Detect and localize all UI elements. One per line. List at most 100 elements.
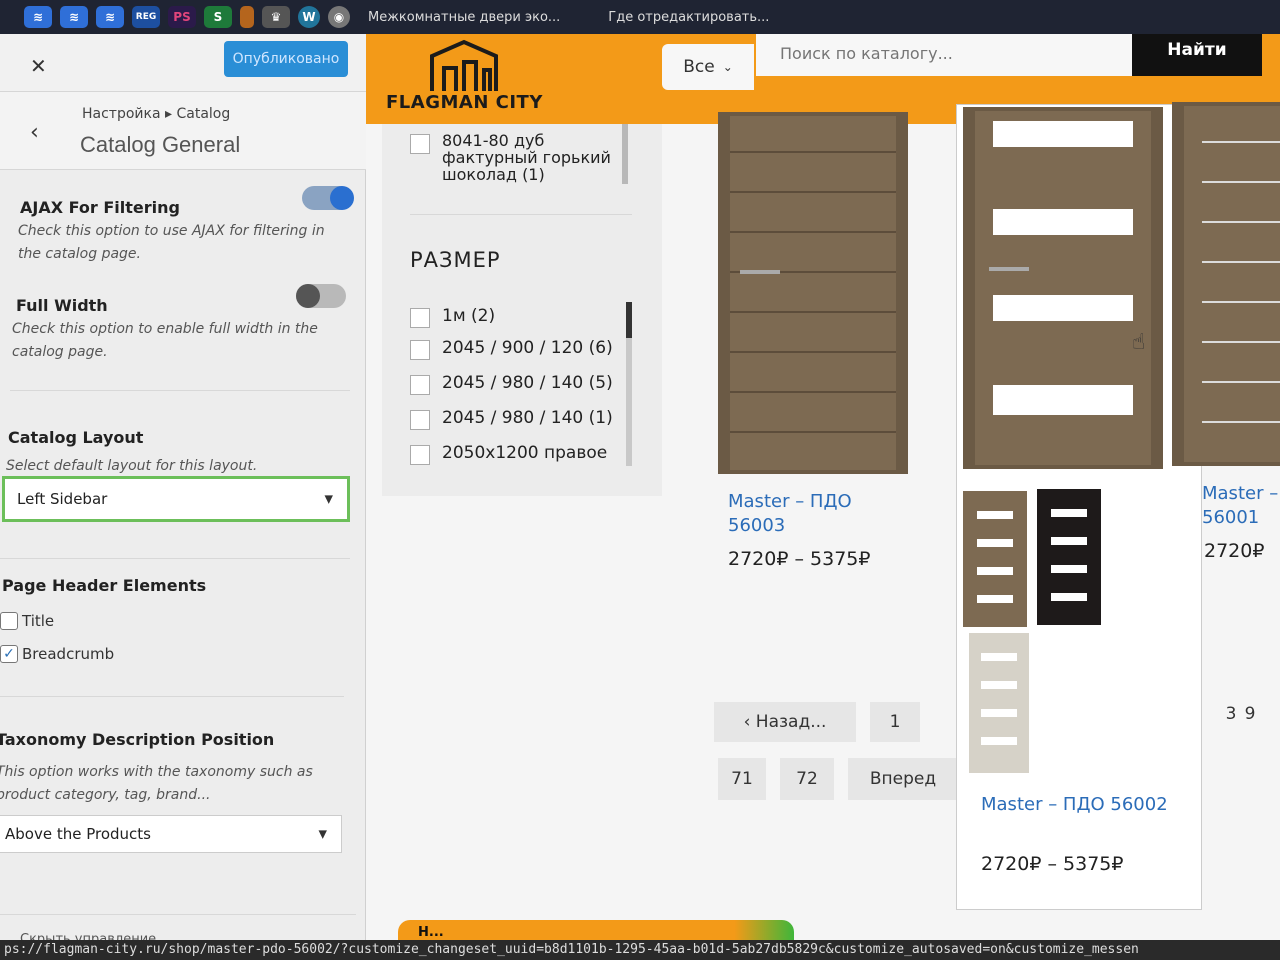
door-image[interactable] <box>718 112 908 474</box>
chevron-down-icon: ▼ <box>318 827 327 841</box>
taxonomy-position-desc: This option works with the taxonomy such… <box>0 764 313 803</box>
full-width-title: Full Width <box>16 296 108 315</box>
breadcrumb-checkbox-label: Breadcrumb <box>22 645 115 663</box>
filter-checkbox[interactable] <box>410 134 430 154</box>
book-icon[interactable] <box>240 6 254 28</box>
divider <box>0 696 344 697</box>
door-image[interactable] <box>1172 102 1280 466</box>
app-icon[interactable]: ≋ <box>24 6 52 28</box>
photoshop-icon[interactable]: PS <box>168 6 196 28</box>
filter-option-label: 2045 / 980 / 140 (1) <box>442 408 613 428</box>
pagination-next-button[interactable]: Вперед <box>848 758 958 800</box>
filter-checkbox[interactable] <box>410 375 430 395</box>
ajax-filtering-desc: Check this option to use AJAX for filter… <box>18 223 325 262</box>
search-button[interactable]: Найти <box>1132 34 1262 76</box>
filter-option-label: 2050x1200 правое <box>442 443 608 463</box>
category-select[interactable]: Все ⌄ <box>662 44 754 90</box>
scrollbar-thumb[interactable] <box>626 302 632 338</box>
catalog-layout-desc: Select default layout for this layout. <box>6 458 258 474</box>
page-header-elements-title: Page Header Elements <box>2 576 207 595</box>
breadcrumb-checkbox-row[interactable]: ✓ Breadcrumb <box>0 645 114 663</box>
customizer-panel: ✕ Опубликовано ‹ Настройка ▸ Catalog Cat… <box>0 34 366 947</box>
pagination-page-button[interactable]: 71 <box>718 758 766 800</box>
filter-option[interactable]: 2045 / 980 / 140 (5) <box>410 373 613 395</box>
full-width-desc: Check this option to enable full width i… <box>12 321 318 360</box>
wordpress-icon[interactable]: W <box>298 6 320 28</box>
catalog-layout-select[interactable]: Left Sidebar ▼ <box>2 476 350 522</box>
catalog-layout-value: Left Sidebar <box>17 490 108 508</box>
color-swatch-image[interactable] <box>1037 489 1101 625</box>
reg-icon[interactable]: REG <box>132 6 160 28</box>
scrollbar[interactable] <box>622 124 628 184</box>
product-price: 2720₽ – 5375₽ <box>728 548 871 570</box>
color-swatch-image[interactable] <box>963 491 1027 627</box>
filter-checkbox[interactable] <box>410 308 430 328</box>
site-preview: FLAGMAN CITY Все ⌄ Найти 8041-80 дуб фак… <box>366 34 1280 940</box>
browser-tab[interactable]: Где отредактировать... <box>608 10 768 25</box>
taxonomy-position-title: Taxonomy Description Position <box>0 730 275 749</box>
customizer-header: ✕ Опубликовано <box>0 34 366 92</box>
crown-icon[interactable]: ♛ <box>262 6 290 28</box>
hand-cursor-icon: ☝ <box>1132 330 1146 355</box>
circle-icon[interactable]: ◉ <box>328 6 350 28</box>
filter-option-label: 8041-80 дуб фактурный горький шоколад (1… <box>442 131 611 184</box>
title-checkbox-label: Title <box>22 612 55 630</box>
chevron-down-icon: ▼ <box>324 492 333 506</box>
filter-option[interactable]: 2050x1200 правое <box>410 443 607 465</box>
title-checkbox[interactable] <box>0 612 18 630</box>
filter-option[interactable]: 2045 / 980 / 140 (1) <box>410 408 613 430</box>
product-title-link[interactable]: Master – ПДО 56003 <box>728 490 908 538</box>
door-image[interactable] <box>963 107 1163 469</box>
filter-checkbox[interactable] <box>410 410 430 430</box>
chevron-down-icon: ⌄ <box>722 60 733 74</box>
app-icon[interactable]: ≋ <box>96 6 124 28</box>
filter-option-label: 1м (2) <box>442 306 496 326</box>
filter-checkbox[interactable] <box>410 340 430 360</box>
divider <box>0 558 350 559</box>
s-icon[interactable]: S <box>204 6 232 28</box>
pagination-page-button[interactable]: 1 <box>870 702 920 742</box>
notice-bar[interactable]: Н... <box>398 920 794 940</box>
filter-option[interactable]: 1м (2) <box>410 306 495 328</box>
product-price: 2720₽ <box>1204 540 1265 562</box>
filter-option-label: 2045 / 900 / 120 (6) <box>442 338 613 358</box>
catalog-layout-title: Catalog Layout <box>8 428 144 447</box>
filter-option[interactable]: 2045 / 900 / 120 (6) <box>410 338 613 360</box>
taxonomy-position-value: Above the Products <box>5 825 151 843</box>
product-title-link[interactable]: Master – 56001 <box>1202 482 1280 530</box>
filter-option-label: 2045 / 980 / 140 (5) <box>442 373 613 393</box>
back-button[interactable]: ‹ <box>30 120 39 145</box>
taxonomy-position-select[interactable]: Above the Products ▼ <box>0 815 342 853</box>
app-icon[interactable]: ≋ <box>60 6 88 28</box>
section-title: Catalog General <box>80 132 241 157</box>
divider <box>10 390 350 391</box>
product-price: 2720₽ – 5375₽ <box>981 853 1124 875</box>
color-swatch-image[interactable] <box>969 633 1029 773</box>
filter-option[interactable]: 8041-80 дуб фактурный горький шоколад (1… <box>410 132 630 183</box>
product-title-link[interactable]: Master – ПДО 56002 <box>981 793 1181 817</box>
search-input[interactable] <box>756 34 1132 76</box>
ajax-filtering-title: AJAX For Filtering <box>20 198 180 217</box>
breadcrumb: Настройка ▸ Catalog <box>82 106 231 122</box>
category-select-value: Все <box>683 57 715 77</box>
publish-button[interactable]: Опубликовано <box>224 41 348 77</box>
browser-tab[interactable]: Межкомнатные двери эко... <box>368 10 560 25</box>
divider <box>0 914 356 915</box>
pagination-page-button[interactable]: 72 <box>780 758 834 800</box>
section-nav: ‹ Настройка ▸ Catalog Catalog General <box>0 92 366 170</box>
status-bar-url: ps://flagman-city.ru/shop/master-pdo-560… <box>0 940 1280 960</box>
size-filter-heading: РАЗМЕР <box>410 248 501 272</box>
filter-checkbox[interactable] <box>410 445 430 465</box>
ajax-filtering-toggle[interactable] <box>302 186 354 210</box>
pagination-prev-button[interactable]: ‹ Назад... <box>714 702 856 742</box>
title-checkbox-row[interactable]: Title <box>0 612 54 630</box>
divider <box>410 214 632 215</box>
pagination-page-button[interactable]: 9 <box>1230 694 1270 734</box>
browser-top-bar: ≋ ≋ ≋ REG PS S ♛ W ◉ Межкомнатные двери … <box>0 0 1280 34</box>
breadcrumb-checkbox[interactable]: ✓ <box>0 645 18 663</box>
close-button[interactable]: ✕ <box>30 54 47 78</box>
full-width-toggle[interactable] <box>296 284 346 308</box>
product-card-hover[interactable]: Master – ПДО 56002 2720₽ – 5375₽ <box>956 104 1202 910</box>
logo-text: FLAGMAN CITY <box>386 92 543 113</box>
filter-sidebar: 8041-80 дуб фактурный горький шоколад (1… <box>382 124 662 496</box>
